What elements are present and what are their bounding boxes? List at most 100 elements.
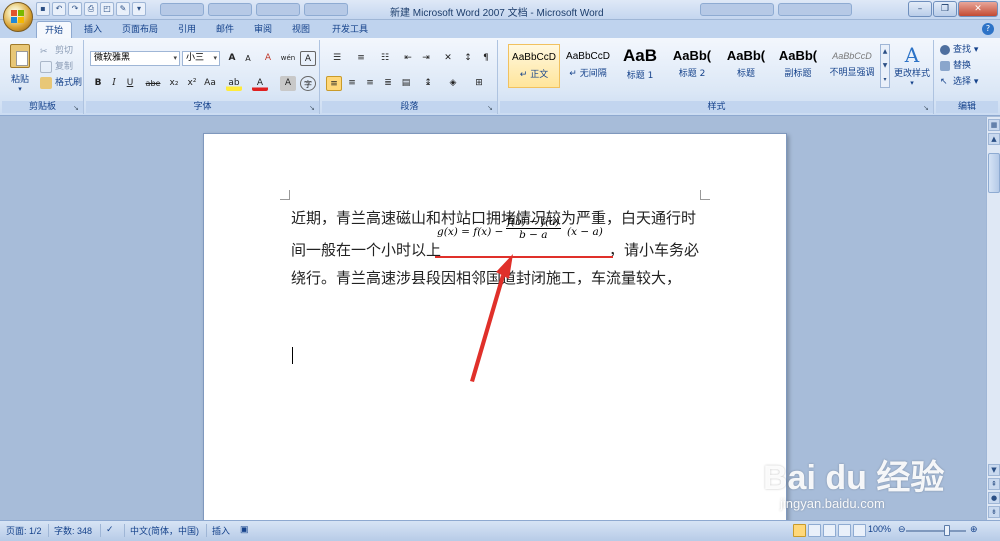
style-title[interactable]: AaBb( 标题 <box>720 44 772 88</box>
style-subtitle[interactable]: AaBb( 副标题 <box>772 44 824 88</box>
print-layout-view-icon[interactable] <box>793 524 806 537</box>
shrink-font-button[interactable]: A <box>240 51 256 66</box>
taskbar-button[interactable] <box>778 3 852 16</box>
office-button[interactable] <box>3 2 33 32</box>
tab-developer[interactable]: 开发工具 <box>324 21 376 38</box>
zoom-slider-thumb[interactable] <box>944 525 950 536</box>
decrease-indent-button[interactable]: ⇤ <box>400 51 416 66</box>
underline-button[interactable]: U <box>122 76 138 91</box>
print-icon[interactable]: ⎙ <box>84 2 98 16</box>
font-color-button[interactable]: A <box>252 76 268 91</box>
language-status[interactable]: 中文(简体，中国) <box>130 524 199 537</box>
print-preview-icon[interactable]: ◰ <box>100 2 114 16</box>
shading-button[interactable]: ◈ <box>442 76 464 91</box>
tab-home[interactable]: 开始 <box>36 21 73 38</box>
taskbar-button[interactable] <box>304 3 348 16</box>
show-marks-button[interactable]: ¶ <box>478 51 494 66</box>
word-count[interactable]: 字数: 348 <box>54 524 92 537</box>
tab-references[interactable]: 引用 <box>170 21 204 38</box>
restore-button[interactable]: ❐ <box>933 1 957 17</box>
clear-formatting-button[interactable]: A <box>260 51 276 66</box>
style-normal[interactable]: AaBbCcD ↵ 正文 <box>508 44 560 88</box>
style-subtle-emphasis[interactable]: AaBbCcD 不明显强调 <box>826 44 878 88</box>
chinese-layout-button[interactable]: ✕ <box>438 51 458 66</box>
cut-button[interactable]: ✂ 剪切 <box>40 44 73 59</box>
tab-mailings[interactable]: 邮件 <box>208 21 242 38</box>
font-size-combo[interactable]: 小三 ▾ <box>182 51 220 66</box>
save-icon[interactable]: ▪ <box>36 2 50 16</box>
taskbar-button[interactable] <box>256 3 300 16</box>
align-center-button[interactable]: ≡ <box>344 76 360 91</box>
macro-record-icon[interactable]: ▣ <box>240 524 249 535</box>
multilevel-list-button[interactable]: ☷ <box>374 51 396 66</box>
font-name-combo[interactable]: 微软雅黑 ▾ <box>90 51 180 66</box>
style-heading-2[interactable]: AaBb( 标题 2 <box>666 44 718 88</box>
insert-mode[interactable]: 插入 <box>212 524 230 537</box>
sort-button[interactable]: ↕ <box>460 51 476 66</box>
page-count[interactable]: 页面: 1/2 <box>6 524 42 537</box>
character-border-button[interactable]: A <box>300 51 316 66</box>
ruler-toggle-icon[interactable]: ▦ <box>988 119 1000 131</box>
undo-icon[interactable]: ↶ <box>52 2 66 16</box>
tab-review[interactable]: 审阅 <box>246 21 280 38</box>
character-shading-button[interactable]: A <box>280 76 296 91</box>
outline-view-icon[interactable] <box>838 524 851 537</box>
tab-page-layout[interactable]: 页面布局 <box>114 21 166 38</box>
replace-button[interactable]: 替换 <box>940 59 971 74</box>
superscript-button[interactable]: x² <box>184 76 200 91</box>
minimize-button[interactable]: – <box>908 1 932 17</box>
scroll-thumb[interactable] <box>988 153 1000 193</box>
draft-view-icon[interactable] <box>853 524 866 537</box>
align-right-button[interactable]: ≡ <box>362 76 378 91</box>
taskbar-button[interactable] <box>700 3 774 16</box>
taskbar-button[interactable] <box>208 3 252 16</box>
borders-button[interactable]: ⊞ <box>468 76 490 91</box>
enclose-character-button[interactable]: 字 <box>300 76 316 91</box>
full-screen-reading-icon[interactable] <box>808 524 821 537</box>
dialog-launcher-icon[interactable]: ↘ <box>309 104 317 112</box>
taskbar-button[interactable] <box>160 3 204 16</box>
zoom-out-icon[interactable]: ⊖ <box>898 524 906 535</box>
next-page-icon[interactable]: ⇟ <box>988 506 1000 518</box>
line-spacing-button[interactable]: ↨ <box>418 76 438 91</box>
web-layout-icon[interactable] <box>823 524 836 537</box>
phonetic-guide-button[interactable]: wén <box>280 51 296 66</box>
format-painter-icon[interactable]: ✎ <box>116 2 130 16</box>
document-page[interactable]: 近期，青兰高速磁山和村站口拥堵情况较为严重，白天通行时 间一般在一个小时以上 g… <box>203 133 787 520</box>
bullets-button[interactable]: ☰ <box>326 51 348 66</box>
scroll-up-icon[interactable]: ▲ <box>988 133 1000 145</box>
change-case-button[interactable]: Aa <box>202 76 218 91</box>
justify-button[interactable]: ≣ <box>380 76 396 91</box>
zoom-level[interactable]: 100% <box>868 524 891 534</box>
find-button[interactable]: 查找 ▾ <box>940 43 978 58</box>
tab-view[interactable]: 视图 <box>284 21 318 38</box>
scroll-down-icon[interactable]: ▼ <box>988 464 1000 476</box>
change-styles-button[interactable]: A 更改样式 ▾ <box>892 44 932 94</box>
vertical-scrollbar[interactable]: ▦ ▲ ▼ ⇞ ● ⇟ <box>986 117 1000 520</box>
proofing-icon[interactable]: ✓ <box>106 524 114 535</box>
redo-icon[interactable]: ↷ <box>68 2 82 16</box>
highlight-button[interactable]: ab <box>226 76 242 91</box>
dialog-launcher-icon[interactable]: ↘ <box>923 104 931 112</box>
previous-page-icon[interactable]: ⇞ <box>988 478 1000 490</box>
dialog-launcher-icon[interactable]: ↘ <box>73 104 81 112</box>
help-icon[interactable]: ? <box>982 23 994 35</box>
select-button[interactable]: ↖ 选择 ▾ <box>940 75 978 90</box>
qat-dropdown-icon[interactable]: ▾ <box>132 2 146 16</box>
bold-button[interactable]: B <box>90 76 106 91</box>
zoom-in-icon[interactable]: ⊕ <box>970 524 978 535</box>
dialog-launcher-icon[interactable]: ↘ <box>487 104 495 112</box>
numbering-button[interactable]: ≡ <box>350 51 372 66</box>
subscript-button[interactable]: x₂ <box>166 76 182 91</box>
italic-button[interactable]: I <box>106 76 122 91</box>
strikethrough-button[interactable]: abe <box>144 76 162 91</box>
distribute-button[interactable]: ▤ <box>398 76 414 91</box>
paste-button[interactable]: 粘贴 ▾ <box>6 44 34 94</box>
styles-scroll[interactable]: ▲ ▼ ▾ <box>880 44 890 88</box>
close-button[interactable]: ✕ <box>958 1 998 17</box>
format-painter-button[interactable]: 格式刷 <box>40 76 82 91</box>
browse-object-icon[interactable]: ● <box>988 492 1000 504</box>
grow-font-button[interactable]: A <box>224 51 240 66</box>
increase-indent-button[interactable]: ⇥ <box>418 51 434 66</box>
zoom-slider-track[interactable] <box>906 530 966 532</box>
